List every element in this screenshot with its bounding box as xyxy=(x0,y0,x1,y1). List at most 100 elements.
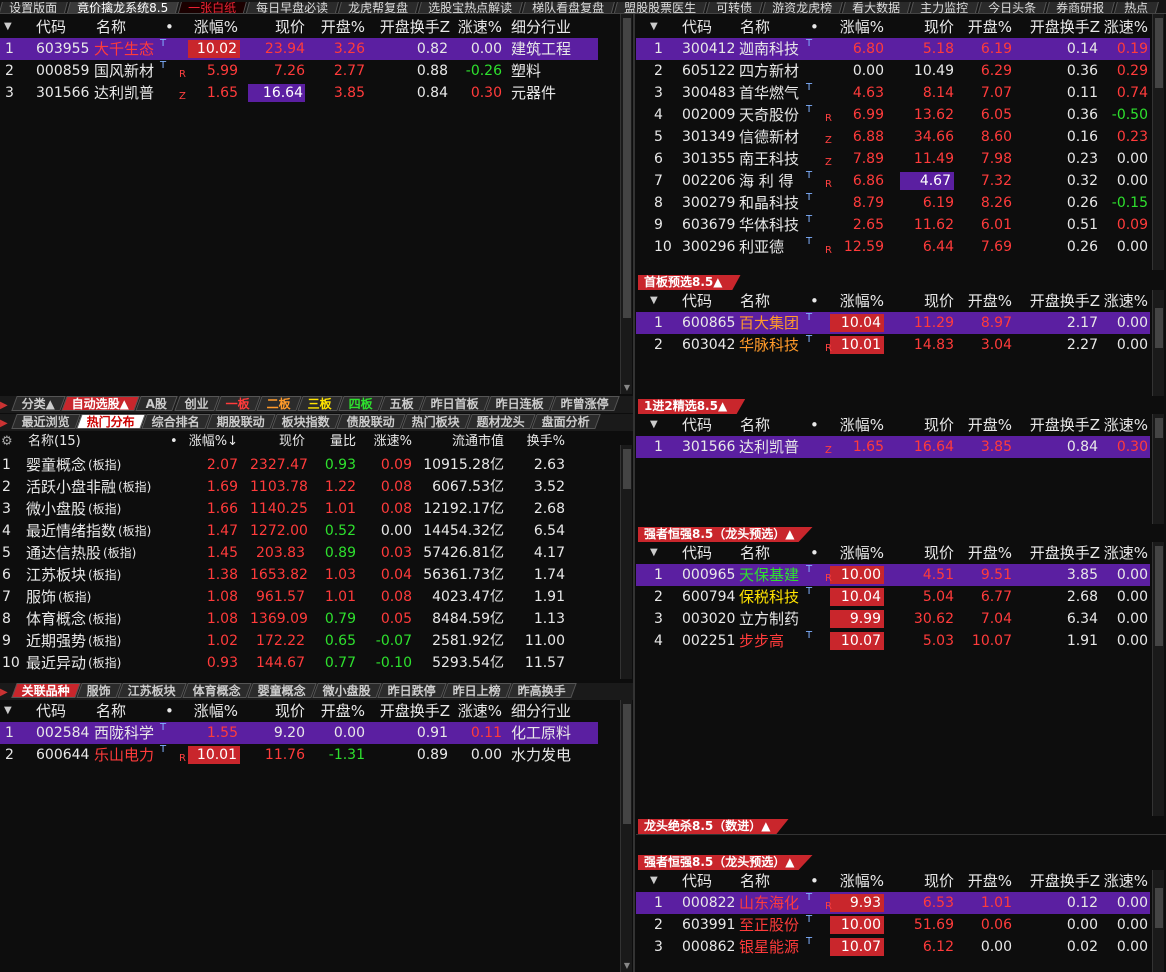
scroll-thumb[interactable] xyxy=(1155,888,1163,928)
tab-morning-read[interactable]: 每日早盘必读 xyxy=(245,1,340,13)
header-speed[interactable]: 涨速% xyxy=(1100,290,1148,312)
table-row[interactable]: 2 000859 国风新材 T R 5.99 7.26 2.77 0.88 -0… xyxy=(0,60,598,82)
header-industry[interactable]: 细分行业 xyxy=(511,700,571,722)
play-icon[interactable]: ▶ xyxy=(0,684,14,701)
tab-bond-link[interactable]: 债股联动 xyxy=(336,414,406,429)
tab-composite-rank[interactable]: 综合排名 xyxy=(141,414,211,429)
tab-big-data[interactable]: 看大数据 xyxy=(841,1,912,13)
header-open-turnover[interactable]: 开盘换手Z xyxy=(372,16,450,38)
sort-menu-icon[interactable]: ▼ xyxy=(650,16,658,38)
header-name[interactable]: 名称 xyxy=(740,870,770,892)
sort-menu-icon[interactable]: ▼ xyxy=(650,870,658,892)
vertical-scrollbar[interactable] xyxy=(1152,870,1164,972)
header-market-cap[interactable]: 流通市值 xyxy=(420,431,504,453)
sort-menu-icon[interactable]: ▼ xyxy=(650,290,658,312)
table-row[interactable]: 7 002206 海 利 得 6.86 4.67 7.32 0.32 0.00 T R xyxy=(636,170,1150,192)
pane-divider[interactable] xyxy=(633,14,635,972)
tab-futures-link[interactable]: 期股联动 xyxy=(206,414,276,429)
scroll-thumb[interactable] xyxy=(1155,308,1163,348)
table-row[interactable]: 1 300412 迦南科技 6.80 5.18 6.19 0.14 0.19 T xyxy=(636,38,1150,60)
tab-microcap[interactable]: 微小盘股 xyxy=(312,683,382,698)
tab-high-turnover[interactable]: 昨高换手 xyxy=(507,683,577,698)
vertical-scrollbar[interactable] xyxy=(1152,542,1164,816)
tab-hotspot-analysis[interactable]: 选股宝热点解读 xyxy=(417,1,524,13)
panel-title-leader-kill[interactable]: 龙头绝杀8.5（数进）▲ xyxy=(638,819,789,834)
table-row[interactable]: 1 002584 西陇科学 T 1.55 9.20 0.00 0.91 0.11… xyxy=(0,722,598,744)
tab-yesterday-down[interactable]: 昨日跌停 xyxy=(377,683,447,698)
header-speed[interactable]: 涨速% xyxy=(452,16,502,38)
header-open[interactable]: 开盘% xyxy=(960,542,1012,564)
header-code[interactable]: 代码 xyxy=(682,290,712,312)
tab-market-analysis[interactable]: 盘面分析 xyxy=(531,414,601,429)
tab-apparel[interactable]: 服饰 xyxy=(76,683,122,698)
table-row[interactable]: 4 002251 步步高 10.07 5.03 10.07 1.91 0.00 T xyxy=(636,630,1150,652)
table-row[interactable]: 10 最近异动 0.93 144.67 0.77 -0.10 5293.54亿 11.57 (板… xyxy=(0,652,600,674)
header-open-turnover[interactable]: 开盘换手Z xyxy=(372,700,450,722)
header-industry[interactable]: 细分行业 xyxy=(511,16,571,38)
vertical-scrollbar[interactable] xyxy=(1152,14,1164,270)
scroll-thumb[interactable] xyxy=(1155,546,1163,646)
header-code[interactable]: 代码 xyxy=(682,414,712,436)
header-price[interactable]: 现价 xyxy=(900,16,954,38)
tab-auto-select[interactable]: 自动选股▲ xyxy=(61,396,141,411)
table-row[interactable]: 3 003020 立方制药 9.99 30.62 7.04 6.34 0.00 xyxy=(636,608,1150,630)
header-volume-ratio[interactable]: 量比 xyxy=(310,431,356,453)
play-icon[interactable]: ▶ xyxy=(0,397,14,414)
table-row[interactable]: 7 服饰 1.08 961.57 1.01 0.08 4023.47亿 1.91 (板指) xyxy=(0,586,600,608)
header-speed[interactable]: 涨速% xyxy=(452,700,502,722)
header-change[interactable]: 涨幅% xyxy=(830,542,884,564)
header-name[interactable]: 名称 xyxy=(740,414,770,436)
tab-hotspots[interactable]: 热点 xyxy=(1113,1,1160,13)
header-dot[interactable]: • xyxy=(165,16,174,38)
tab-headlines[interactable]: 今日头条 xyxy=(977,1,1048,13)
header-code[interactable]: 代码 xyxy=(682,870,712,892)
header-price[interactable]: 现价 xyxy=(900,290,954,312)
tab-board4[interactable]: 四板 xyxy=(338,396,384,411)
header-open-turnover[interactable]: 开盘换手Z xyxy=(1018,290,1100,312)
header-name[interactable]: 名称 xyxy=(96,700,126,722)
header-price[interactable]: 现价 xyxy=(900,414,954,436)
header-open[interactable]: 开盘% xyxy=(310,700,365,722)
vertical-scrollbar[interactable]: ▼ xyxy=(620,700,632,972)
tab-yesterday-first[interactable]: 昨日首板 xyxy=(420,396,490,411)
table-row[interactable]: 3 微小盘股 1.66 1140.25 1.01 0.08 12192.17亿 2.68 (板指… xyxy=(0,498,600,520)
table-row[interactable]: 2 603991 至正股份 10.00 51.69 0.06 0.00 0.00 T xyxy=(636,914,1150,936)
header-change[interactable]: 涨幅% xyxy=(186,700,238,722)
header-name[interactable]: 名称 xyxy=(96,16,126,38)
header-dot[interactable]: • xyxy=(810,16,819,38)
tab-blank-paper[interactable]: 一张白纸 xyxy=(177,1,248,13)
scroll-thumb[interactable] xyxy=(1155,18,1163,88)
header-turnover[interactable]: 换手% xyxy=(510,431,565,453)
tab-dragon-tiger-review[interactable]: 龙虎帮复盘 xyxy=(337,1,420,13)
table-row[interactable]: 1 600865 百大集团 10.04 11.29 8.97 2.17 0.00 T xyxy=(636,312,1150,334)
header-change[interactable]: 涨幅% xyxy=(830,870,884,892)
tab-settings-layout[interactable]: 设置版面 xyxy=(0,1,68,13)
header-open[interactable]: 开盘% xyxy=(960,290,1012,312)
table-row[interactable]: 1 000965 天保基建 10.00 4.51 9.51 3.85 0.00 T R xyxy=(636,564,1150,586)
header-open[interactable]: 开盘% xyxy=(960,870,1012,892)
sort-menu-icon[interactable]: ▼ xyxy=(650,542,658,564)
scroll-down-icon[interactable]: ▼ xyxy=(621,382,633,394)
table-row[interactable]: 3 301566 达利凯普 Z 1.65 16.64 3.85 0.84 0.3… xyxy=(0,82,598,104)
header-code[interactable]: 代码 xyxy=(36,700,66,722)
header-speed[interactable]: 涨速% xyxy=(1100,16,1148,38)
header-code[interactable]: 代码 xyxy=(682,542,712,564)
tab-hot-distribution[interactable]: 热门分布 xyxy=(76,414,146,429)
table-row[interactable]: 3 000862 银星能源 10.07 6.12 0.00 0.02 0.00 T xyxy=(636,936,1150,958)
table-row[interactable]: 4 002009 天奇股份 6.99 13.62 6.05 0.36 -0.50 T R xyxy=(636,104,1150,126)
table-row[interactable]: 10 300296 利亚德 12.59 6.44 7.69 0.26 0.00 T R xyxy=(636,236,1150,258)
header-name[interactable]: 名称 xyxy=(740,542,770,564)
tab-yesterday-consecutive[interactable]: 昨日连板 xyxy=(485,396,555,411)
vertical-scrollbar[interactable] xyxy=(1152,414,1164,524)
tab-board3[interactable]: 三板 xyxy=(297,396,343,411)
header-code[interactable]: 代码 xyxy=(36,16,66,38)
header-dot[interactable]: • xyxy=(170,431,178,453)
table-row[interactable]: 5 通达信热股 1.45 203.83 0.89 0.03 57426.81亿 4.17 (板指… xyxy=(0,542,600,564)
table-row[interactable]: 4 最近情绪指数 1.47 1272.00 0.52 0.00 14454.32亿 6.54 (… xyxy=(0,520,600,542)
play-icon[interactable]: ▶ xyxy=(0,415,14,432)
tab-sports[interactable]: 体育概念 xyxy=(182,683,252,698)
header-change[interactable]: 涨幅% xyxy=(830,16,884,38)
table-row[interactable]: 1 000822 山东海化 9.93 6.53 1.01 0.12 0.00 T R xyxy=(636,892,1150,914)
table-row[interactable]: 8 体育概念 1.08 1369.09 0.79 0.05 8484.59亿 1.13 (板指) xyxy=(0,608,600,630)
tab-board2[interactable]: 二板 xyxy=(256,396,302,411)
